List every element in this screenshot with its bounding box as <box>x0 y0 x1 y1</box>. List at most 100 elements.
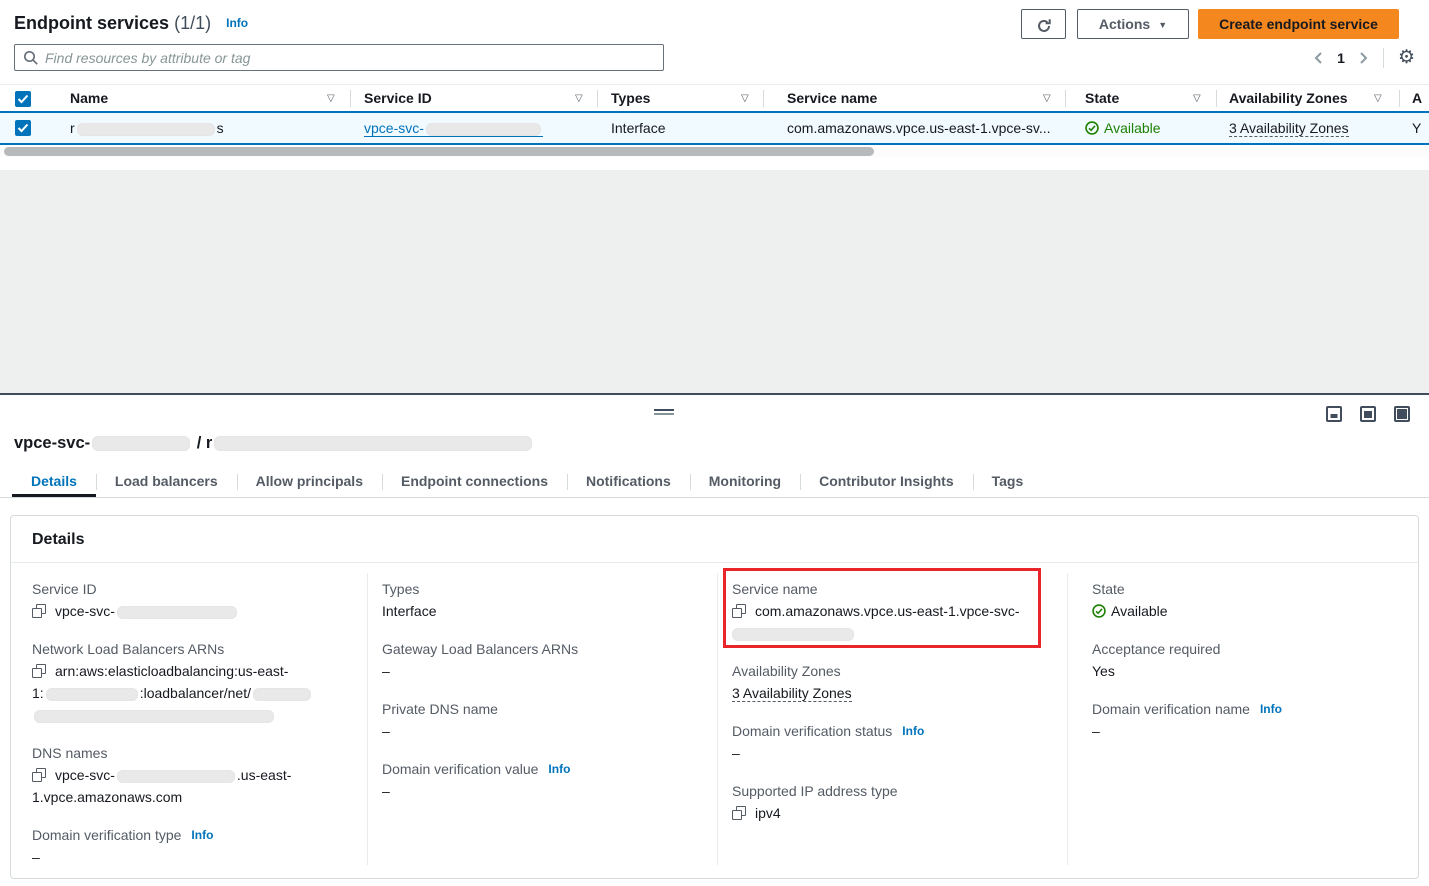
field-domain-verification-type: Domain verification typeInfo – <box>32 824 362 868</box>
endpoint-services-list-panel: Endpoint services (1/1) Info Actions▼ Cr… <box>0 0 1429 170</box>
details-card-heading: Details <box>11 516 1418 563</box>
column-divider <box>350 90 351 107</box>
cell-types: Interface <box>611 113 665 143</box>
table-row[interactable]: rs vpce-svc- Interface com.amazonaws.vpc… <box>0 111 1429 145</box>
redacted-text <box>77 123 215 136</box>
page-header: Endpoint services (1/1) Info Actions▼ Cr… <box>14 8 1415 40</box>
field-state: State Available <box>1092 578 1422 622</box>
column-divider <box>1067 573 1068 865</box>
details-column-3: Service name com.amazonaws.vpce.us-east-… <box>732 578 1062 840</box>
redacted-text <box>117 770 235 783</box>
cell-service-id: vpce-svc- <box>364 113 543 143</box>
split-panel-resize-handle[interactable] <box>654 409 674 417</box>
column-divider <box>763 90 764 107</box>
refresh-button[interactable] <box>1021 9 1066 39</box>
scrollbar-thumb[interactable] <box>4 147 874 156</box>
split-panel: vpce-svc- / r Details Load balancers All… <box>0 393 1429 886</box>
field-domain-verification-status: Domain verification statusInfo – <box>732 720 1062 764</box>
aws-endpoint-services-page: Endpoint services (1/1) Info Actions▼ Cr… <box>0 0 1429 886</box>
next-page-button[interactable] <box>1359 50 1369 66</box>
field-private-dns-name: Private DNS name – <box>382 698 712 742</box>
availability-zones-popover-trigger[interactable]: 3 Availability Zones <box>1229 120 1349 137</box>
redacted-text <box>426 123 541 136</box>
details-column-1: Service ID vpce-svc- Network Load Balanc… <box>32 578 362 884</box>
resource-count: (1/1) <box>174 13 211 33</box>
tab-tags[interactable]: Tags <box>973 466 1043 497</box>
panel-position-bottom-small-icon[interactable] <box>1326 406 1342 422</box>
previous-page-button[interactable] <box>1313 50 1323 66</box>
column-header-service-name[interactable]: Service name <box>787 85 877 112</box>
tab-contributor-insights[interactable]: Contributor Insights <box>800 466 973 497</box>
field-domain-verification-name: Domain verification nameInfo – <box>1092 698 1422 742</box>
column-divider <box>717 573 718 865</box>
redacted-text <box>46 688 138 701</box>
sort-icon[interactable]: ▽ <box>327 85 335 112</box>
column-header-availability-zones[interactable]: Availability Zones <box>1229 85 1348 112</box>
split-panel-layout-buttons <box>1326 406 1410 422</box>
sort-icon[interactable]: ▽ <box>1374 85 1382 112</box>
details-column-4: State Available Acceptance required Yes … <box>1092 578 1422 758</box>
service-id-link[interactable]: vpce-svc- <box>364 120 543 137</box>
column-header-state[interactable]: State <box>1085 85 1119 112</box>
row-checkbox[interactable] <box>15 120 31 136</box>
column-divider <box>1399 90 1400 107</box>
field-nlb-arns: Network Load Balancers ARNs arn:aws:elas… <box>32 638 362 726</box>
copy-icon[interactable] <box>32 768 46 782</box>
sort-icon[interactable]: ▽ <box>575 85 583 112</box>
info-link[interactable]: Info <box>1260 702 1282 716</box>
tab-endpoint-connections[interactable]: Endpoint connections <box>382 466 567 497</box>
actions-button[interactable]: Actions▼ <box>1077 9 1189 39</box>
tab-monitoring[interactable]: Monitoring <box>690 466 800 497</box>
field-service-name: Service name com.amazonaws.vpce.us-east-… <box>732 578 1062 644</box>
redacted-text <box>253 688 311 701</box>
column-divider <box>1216 90 1217 107</box>
refresh-icon <box>1036 21 1052 37</box>
sort-icon[interactable]: ▽ <box>1043 85 1051 112</box>
search-input[interactable] <box>45 46 655 69</box>
details-card: Details Service ID vpce-svc- Network Loa… <box>10 515 1419 879</box>
preferences-gear-icon[interactable]: ⚙ <box>1398 48 1415 68</box>
column-header-types[interactable]: Types <box>611 85 650 112</box>
page-number[interactable]: 1 <box>1337 50 1345 66</box>
title-info-link[interactable]: Info <box>226 16 248 30</box>
page-title: Endpoint services (1/1) Info <box>14 8 248 39</box>
column-header-name[interactable]: Name <box>70 85 108 112</box>
select-all-checkbox[interactable] <box>15 91 31 107</box>
tab-notifications[interactable]: Notifications <box>567 466 690 497</box>
info-link[interactable]: Info <box>902 724 924 738</box>
copy-icon[interactable] <box>732 604 746 618</box>
search-box <box>14 44 664 71</box>
tab-details[interactable]: Details <box>12 466 96 497</box>
availability-zones-popover-trigger[interactable]: 3 Availability Zones <box>732 685 852 702</box>
info-link[interactable]: Info <box>191 828 213 842</box>
sort-icon[interactable]: ▽ <box>1193 85 1201 112</box>
page-title-text: Endpoint services <box>14 13 169 33</box>
redacted-text <box>34 710 274 723</box>
actions-button-label: Actions <box>1099 16 1150 32</box>
copy-icon[interactable] <box>32 604 46 618</box>
sort-icon[interactable]: ▽ <box>741 85 749 112</box>
copy-icon[interactable] <box>32 664 46 678</box>
redacted-text <box>92 436 190 451</box>
cell-name: rs <box>70 113 224 143</box>
field-glb-arns: Gateway Load Balancers ARNs – <box>382 638 712 682</box>
redacted-text <box>732 628 854 641</box>
column-header-acceptance[interactable]: A <box>1412 85 1422 112</box>
tab-load-balancers[interactable]: Load balancers <box>96 466 237 497</box>
pagination: 1 ⚙ <box>1313 44 1415 71</box>
create-endpoint-service-button[interactable]: Create endpoint service <box>1198 9 1399 39</box>
field-acceptance-required: Acceptance required Yes <box>1092 638 1422 682</box>
column-divider <box>1065 90 1066 107</box>
split-panel-title: vpce-svc- / r <box>14 434 534 453</box>
tab-allow-principals[interactable]: Allow principals <box>237 466 382 497</box>
field-service-id: Service ID vpce-svc- <box>32 578 362 622</box>
column-divider <box>367 573 368 865</box>
details-column-2: Types Interface Gateway Load Balancers A… <box>382 578 712 818</box>
copy-icon[interactable] <box>732 806 746 820</box>
field-availability-zones: Availability Zones 3 Availability Zones <box>732 660 1062 704</box>
info-link[interactable]: Info <box>548 762 570 776</box>
panel-position-bottom-medium-icon[interactable] <box>1360 406 1376 422</box>
cell-state: Available <box>1085 113 1161 143</box>
panel-position-fullscreen-icon[interactable] <box>1394 406 1410 422</box>
column-header-service-id[interactable]: Service ID <box>364 85 432 112</box>
